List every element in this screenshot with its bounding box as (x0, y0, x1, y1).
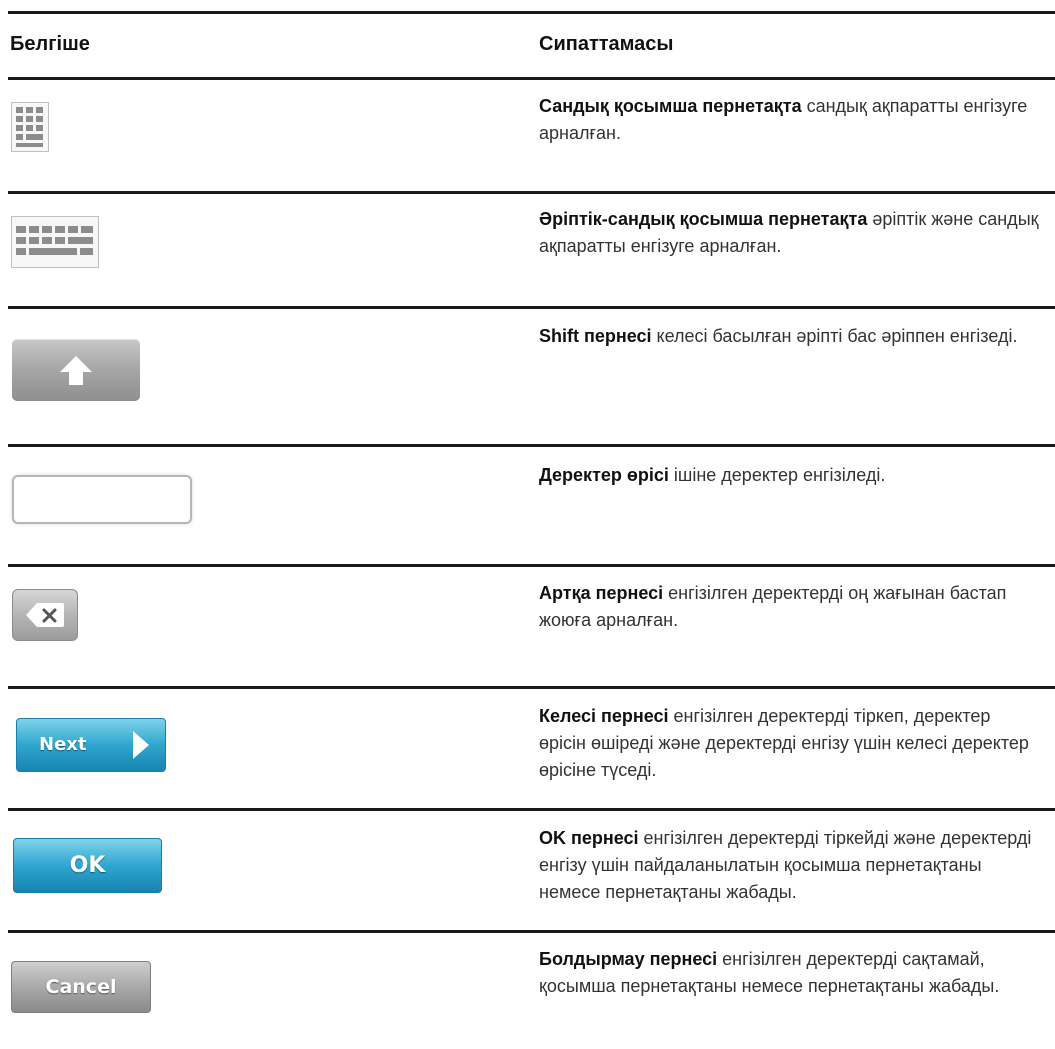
row-title: OK пернесі (539, 828, 639, 848)
row-rule (8, 930, 1055, 933)
header-rule (8, 77, 1055, 80)
data-field[interactable] (12, 475, 192, 524)
row-description: Сандық қосымша пернетақта сандық ақпарат… (539, 93, 1039, 147)
row-description: Shift пернесі келесі басылған әріпті бас… (539, 323, 1039, 350)
row-rule (8, 191, 1055, 194)
ok-button[interactable]: OK (13, 838, 162, 893)
backspace-key[interactable] (12, 589, 78, 641)
next-button-label: Next (39, 734, 87, 755)
row-rule (8, 444, 1055, 447)
row-description: Келесі пернесі енгізілген деректерді тір… (539, 703, 1039, 784)
row-rule (8, 564, 1055, 567)
row-title: Shift пернесі (539, 326, 652, 346)
row-title: Әріптік-сандық қосымша пернетақта (539, 209, 868, 229)
row-text: келесі басылған әріпті бас әріппен енгіз… (651, 326, 1018, 346)
shift-arrow-icon (60, 356, 92, 385)
table-top-rule (8, 11, 1055, 14)
row-description: Әріптік-сандық қосымша пернетақта әріпті… (539, 206, 1039, 260)
row-description: Деректер өрісі ішіне деректер енгізіледі… (539, 462, 1039, 489)
row-title: Артқа пернесі (539, 583, 664, 603)
row-rule (8, 686, 1055, 689)
column-header-icon: Белгіше (10, 33, 90, 55)
row-title: Болдырмау пернесі (539, 949, 718, 969)
shift-key[interactable] (12, 339, 140, 401)
numeric-keypad-icon (11, 102, 49, 152)
next-button[interactable]: Next (16, 718, 166, 772)
row-title: Сандық қосымша пернетақта (539, 96, 802, 116)
row-description: OK пернесі енгізілген деректерді тіркейд… (539, 825, 1039, 906)
row-rule (8, 808, 1055, 811)
row-description: Болдырмау пернесі енгізілген деректерді … (539, 946, 1039, 1000)
cancel-button[interactable]: Cancel (11, 961, 151, 1013)
row-title: Деректер өрісі (539, 465, 669, 485)
backspace-icon (26, 603, 64, 627)
row-text: ішіне деректер енгізіледі. (668, 465, 886, 485)
row-title: Келесі пернесі (539, 706, 669, 726)
chevron-right-icon (133, 731, 149, 759)
row-rule (8, 306, 1055, 309)
column-header-description: Сипаттамасы (539, 33, 674, 55)
alphanumeric-keyboard-icon (11, 216, 99, 268)
row-description: Артқа пернесі енгізілген деректерді оң ж… (539, 580, 1039, 634)
